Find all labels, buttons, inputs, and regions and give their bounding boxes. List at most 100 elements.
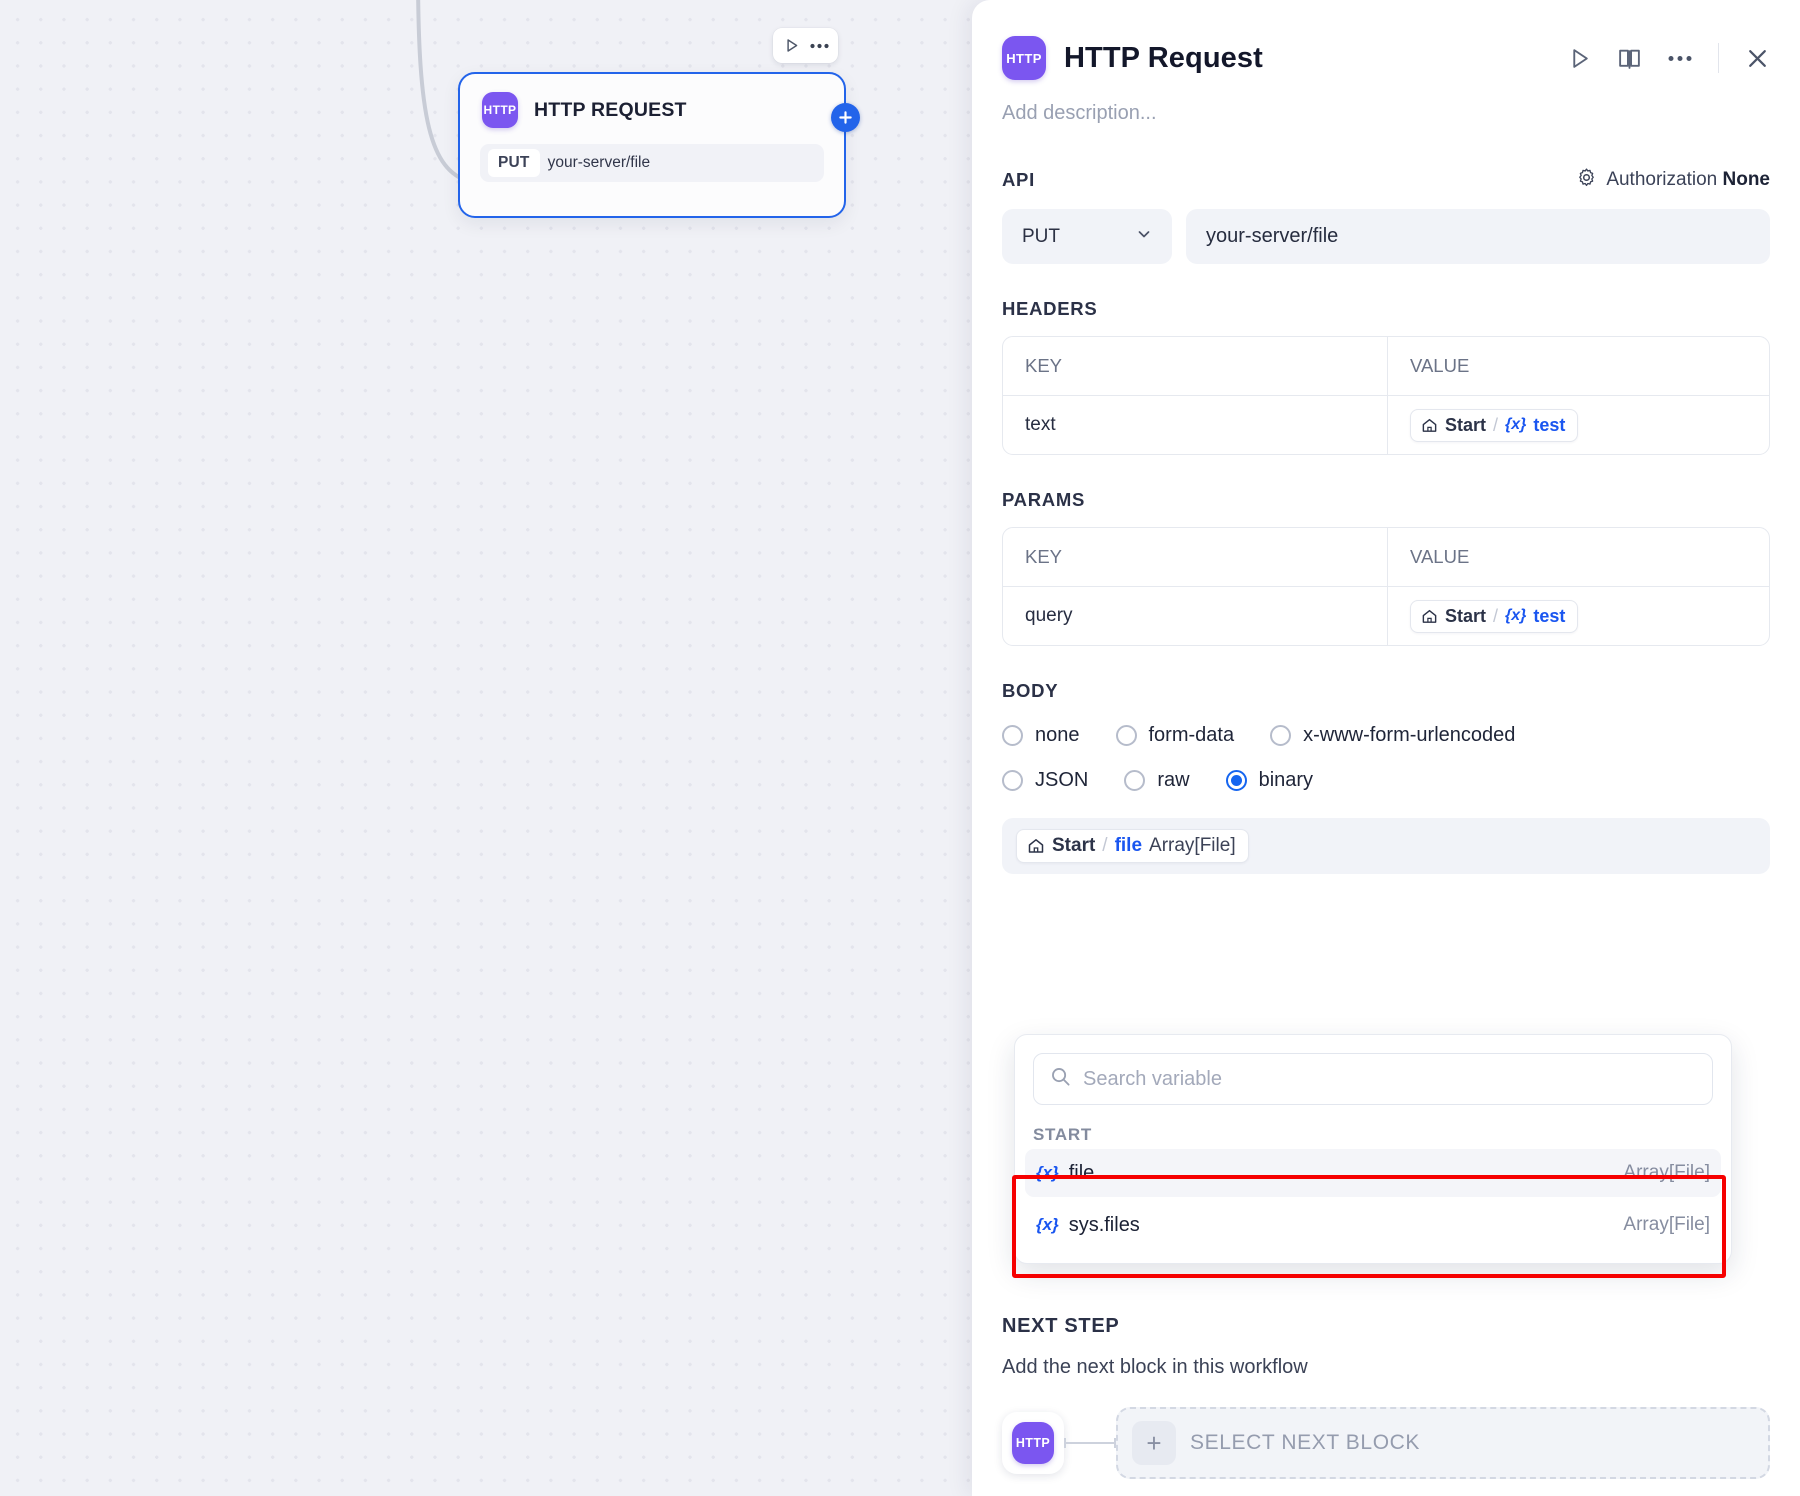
body-heading: BODY <box>1002 680 1770 702</box>
variable-name: file <box>1115 835 1142 857</box>
method-value: PUT <box>1022 226 1060 248</box>
body-option-x-www-form-urlencoded[interactable]: x-www-form-urlencoded <box>1270 724 1515 747</box>
panel-actions <box>1568 43 1770 73</box>
body-option-binary[interactable]: binary <box>1226 769 1313 792</box>
headers-heading: HEADERS <box>1002 298 1770 320</box>
divider <box>1718 43 1719 73</box>
home-icon <box>1421 608 1438 625</box>
plus-icon: + <box>1132 1421 1176 1465</box>
radio-icon[interactable] <box>1002 725 1023 746</box>
search-placeholder: Search variable <box>1083 1068 1222 1091</box>
column-header-key: KEY <box>1025 355 1062 377</box>
variable-chip[interactable]: Start / {x} test <box>1410 600 1578 633</box>
variable-scope: Start <box>1445 606 1486 627</box>
headers-table: KEY VALUE text Start / {x} test <box>1002 336 1770 455</box>
ellipsis-icon[interactable] <box>810 43 829 49</box>
variable-chip-selected[interactable]: Start / file Array[File] <box>1016 829 1249 863</box>
headers-section: HEADERS KEY VALUE text Start / {x} test <box>972 264 1800 455</box>
add-next-node-button[interactable] <box>831 103 860 132</box>
body-option-label: form-data <box>1149 724 1235 747</box>
search-icon <box>1050 1066 1071 1092</box>
radio-icon-selected[interactable] <box>1226 770 1247 791</box>
body-radio-row-1: none form-data x-www-form-urlencoded <box>1002 724 1770 747</box>
play-icon[interactable] <box>783 37 800 54</box>
variable-type: Array[File] <box>1149 835 1236 857</box>
radio-icon[interactable] <box>1116 725 1137 746</box>
body-option-label: raw <box>1157 769 1189 792</box>
node-detail-panel: HTTP HTTP Request Add description... <box>972 0 1800 1496</box>
variable-scope: Start <box>1052 835 1095 857</box>
body-option-none[interactable]: none <box>1002 724 1080 747</box>
variable-x-icon: {x} <box>1505 607 1526 625</box>
variable-x-icon: {x} <box>1036 1163 1059 1183</box>
api-heading: API <box>1002 169 1035 191</box>
dropdown-group-label: START <box>1015 1125 1731 1145</box>
dropdown-item-sys-files[interactable]: {x} sys.files Array[File] <box>1025 1201 1721 1249</box>
authorization-button[interactable]: Authorization None <box>1576 167 1770 193</box>
http-badge-icon: HTTP <box>1012 1422 1054 1464</box>
table-row[interactable]: text Start / {x} test <box>1003 395 1769 454</box>
home-icon <box>1421 417 1438 434</box>
connector-line <box>1064 1442 1116 1444</box>
panel-header: HTTP HTTP Request <box>972 0 1800 80</box>
node-method-label: PUT <box>488 149 540 177</box>
dropdown-item-type: Array[File] <box>1623 1162 1710 1184</box>
variable-chip[interactable]: Start / {x} test <box>1410 409 1578 442</box>
url-input[interactable]: your-server/file <box>1186 209 1770 264</box>
variable-name: test <box>1533 606 1565 627</box>
radio-icon[interactable] <box>1124 770 1145 791</box>
variable-separator: / <box>1493 415 1498 436</box>
variable-name: test <box>1533 415 1565 436</box>
params-heading: PARAMS <box>1002 489 1770 511</box>
more-button[interactable] <box>1668 55 1692 62</box>
body-option-label: none <box>1035 724 1080 747</box>
radio-icon[interactable] <box>1002 770 1023 791</box>
next-step-subtitle: Add the next block in this workflow <box>1002 1356 1770 1379</box>
params-section: PARAMS KEY VALUE query Start / {x} test <box>972 455 1800 646</box>
http-badge-icon: HTTP <box>482 92 518 128</box>
gear-icon <box>1576 167 1597 193</box>
http-request-node[interactable]: HTTP HTTP REQUEST PUT your-server/file <box>458 72 846 218</box>
node-toolbar[interactable] <box>773 28 838 63</box>
select-next-block-button[interactable]: + SELECT NEXT BLOCK <box>1116 1407 1770 1479</box>
variable-x-icon: {x} <box>1036 1215 1059 1235</box>
http-badge-icon: HTTP <box>1002 36 1046 80</box>
body-option-label: x-www-form-urlencoded <box>1303 724 1515 747</box>
variable-separator: / <box>1493 606 1498 627</box>
variable-scope: Start <box>1445 415 1486 436</box>
variable-dropdown[interactable]: Search variable START {x} file Array[Fil… <box>1014 1034 1732 1264</box>
body-option-label: JSON <box>1035 769 1088 792</box>
column-header-value: VALUE <box>1410 546 1469 568</box>
description-input[interactable]: Add description... <box>972 80 1800 125</box>
params-table: KEY VALUE query Start / {x} test <box>1002 527 1770 646</box>
dropdown-item-type: Array[File] <box>1623 1214 1710 1236</box>
close-icon[interactable] <box>1745 46 1770 71</box>
body-section: BODY none form-data x-www-form-urlencode… <box>972 646 1800 792</box>
method-select[interactable]: PUT <box>1002 209 1172 264</box>
home-icon <box>1027 837 1045 855</box>
param-key-cell[interactable]: query <box>1025 605 1073 627</box>
book-icon[interactable] <box>1617 46 1642 71</box>
body-option-form-data[interactable]: form-data <box>1116 724 1235 747</box>
dropdown-item-name: sys.files <box>1069 1214 1140 1237</box>
node-path-label: your-server/file <box>548 154 651 172</box>
radio-icon[interactable] <box>1270 725 1291 746</box>
run-button[interactable] <box>1568 47 1591 70</box>
column-header-value: VALUE <box>1410 355 1469 377</box>
binary-value-field[interactable]: Start / file Array[File] <box>1002 818 1770 874</box>
dropdown-item-file[interactable]: {x} file Array[File] <box>1025 1149 1721 1197</box>
search-variable-input[interactable]: Search variable <box>1033 1053 1713 1105</box>
header-key-cell[interactable]: text <box>1025 414 1056 436</box>
dropdown-item-name: file <box>1069 1162 1095 1185</box>
current-node-chip: HTTP <box>1002 1412 1064 1474</box>
chevron-down-icon <box>1136 226 1152 248</box>
body-option-raw[interactable]: raw <box>1124 769 1189 792</box>
variable-x-icon: {x} <box>1505 416 1526 434</box>
table-row[interactable]: query Start / {x} test <box>1003 586 1769 645</box>
table-header-row: KEY VALUE <box>1003 528 1769 586</box>
body-option-json[interactable]: JSON <box>1002 769 1088 792</box>
node-header: HTTP HTTP REQUEST <box>460 74 844 128</box>
variable-separator: / <box>1102 835 1107 857</box>
authorization-label: Authorization <box>1606 169 1717 190</box>
authorization-value: None <box>1723 169 1771 190</box>
